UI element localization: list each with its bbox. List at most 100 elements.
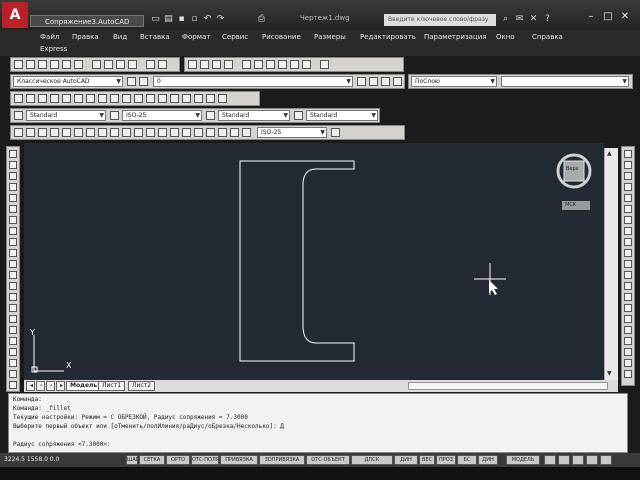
join-icon[interactable] [624, 293, 632, 301]
transparency-button[interactable]: ПРОЗ [436, 455, 456, 465]
polygon-icon[interactable] [50, 94, 59, 103]
menu-format[interactable]: Формат [182, 33, 210, 41]
offset-icon[interactable] [624, 183, 632, 191]
point-icon[interactable] [9, 293, 17, 301]
gradient-icon[interactable] [9, 315, 17, 323]
arc-icon[interactable] [74, 94, 83, 103]
chamfer-icon[interactable] [624, 304, 632, 312]
command-prompt[interactable]: Радиус сопряжения <7.3000>: [13, 440, 623, 449]
quick-dim-icon[interactable] [110, 128, 119, 137]
layer-select[interactable]: 0 ▼ [153, 76, 353, 87]
hatch-icon[interactable] [9, 304, 17, 312]
spline-icon[interactable] [110, 94, 119, 103]
rectangle-icon[interactable] [62, 94, 71, 103]
dim-style-select-2[interactable]: ISO-25 ▼ [257, 127, 327, 138]
drawing-canvas[interactable]: Y X Верх МСК [24, 143, 604, 380]
undo-icon[interactable]: ↶ [202, 14, 213, 25]
polyline-icon[interactable] [38, 94, 47, 103]
mirror-icon[interactable] [9, 381, 17, 389]
zoom-window-icon[interactable] [212, 60, 221, 69]
insert-block-icon[interactable] [9, 271, 17, 279]
coordinates-readout[interactable]: 3224.5 1558.0 0.0 [4, 455, 104, 465]
move-icon[interactable] [624, 205, 632, 213]
ducs-button[interactable]: ДПСК [351, 455, 393, 465]
tab-layout1[interactable]: Лист1 [98, 381, 126, 391]
line-icon[interactable] [14, 94, 23, 103]
tab-nav-prev-icon[interactable]: ‹ [36, 381, 45, 391]
open-icon[interactable] [26, 60, 35, 69]
workspace-select[interactable]: Классическое AutoCAD ▼ [13, 76, 123, 87]
stretch-icon[interactable] [624, 238, 632, 246]
undo-icon[interactable] [146, 60, 155, 69]
region-icon[interactable] [194, 94, 203, 103]
pan-icon[interactable] [188, 60, 197, 69]
baseline-dim-icon[interactable] [122, 128, 131, 137]
break-at-point-icon[interactable] [624, 271, 632, 279]
line-icon[interactable] [9, 150, 17, 158]
design-center-icon[interactable] [254, 60, 263, 69]
tab-nav-first-icon[interactable]: ◂ [26, 381, 35, 391]
scale-icon[interactable] [624, 227, 632, 235]
menu-modify[interactable]: Редактировать [360, 33, 416, 41]
ellipse-icon[interactable] [122, 94, 131, 103]
extend-icon[interactable] [624, 260, 632, 268]
plot-icon[interactable] [50, 60, 59, 69]
search-input[interactable]: Введите ключевое слово/фразу [384, 14, 496, 26]
horizontal-scrollbar[interactable] [408, 382, 608, 390]
copy-icon[interactable] [104, 60, 113, 69]
tab-model[interactable]: Модель [66, 381, 102, 391]
save-icon[interactable]: ▪ [176, 14, 187, 25]
ortho-button[interactable]: ОРТО [166, 455, 190, 465]
hatch-icon[interactable] [170, 94, 179, 103]
break-icon[interactable] [624, 282, 632, 290]
rectangle-icon[interactable] [9, 194, 17, 202]
zoom-previous-icon[interactable] [224, 60, 233, 69]
edit-spline-icon[interactable] [624, 370, 632, 378]
osnap-button[interactable]: ПРИВЯЗКА [220, 455, 258, 465]
color-select[interactable]: ПоСлою ▼ [411, 76, 497, 87]
linear-dim-icon[interactable] [14, 128, 23, 137]
snap-button[interactable]: ШАГ [126, 455, 138, 465]
multileader-style-icon[interactable] [294, 111, 303, 120]
table-style-select[interactable]: Standard ▼ [218, 110, 290, 121]
otrack-button[interactable]: ОТС-ОБЪЕКТ [306, 455, 350, 465]
tool-palettes-icon[interactable] [266, 60, 275, 69]
menu-draw[interactable]: Рисование [262, 33, 301, 41]
help-icon[interactable] [320, 60, 329, 69]
make-block-icon[interactable] [9, 282, 17, 290]
search-icon[interactable]: ⌕ [500, 14, 511, 25]
mirror-icon[interactable] [624, 172, 632, 180]
linetype-select[interactable]: ▼ [501, 76, 629, 87]
ordinate-dim-icon[interactable] [50, 128, 59, 137]
cut-icon[interactable] [92, 60, 101, 69]
gradient-icon[interactable] [182, 94, 191, 103]
selection-cycling-button[interactable]: ДИН [478, 455, 498, 465]
open-folder-icon[interactable]: ▤ [163, 14, 174, 25]
calculator-icon[interactable] [302, 60, 311, 69]
tab-layout2[interactable]: Лист2 [128, 381, 156, 391]
zoom-realtime-icon[interactable] [200, 60, 209, 69]
exchange-icon[interactable]: ✕ [528, 14, 539, 25]
center-mark-icon[interactable] [182, 128, 191, 137]
document-tab[interactable]: Сопряжение3.АutoCAD [30, 15, 144, 27]
layer-previous-icon[interactable] [369, 77, 378, 86]
dim-style-manager-icon[interactable] [331, 128, 340, 137]
angular-dim-icon[interactable] [98, 128, 107, 137]
menu-dimension[interactable]: Размеры [314, 33, 346, 41]
menu-express[interactable]: Express [40, 45, 67, 53]
copy-icon[interactable] [624, 161, 632, 169]
properties-icon[interactable] [242, 60, 251, 69]
redo-icon[interactable]: ↷ [215, 14, 226, 25]
insert-block-icon[interactable] [134, 94, 143, 103]
scroll-up-icon[interactable]: ▲ [607, 150, 612, 157]
arc-icon[interactable] [9, 205, 17, 213]
tolerance-icon[interactable] [170, 128, 179, 137]
trim-icon[interactable] [624, 249, 632, 257]
markup-icon[interactable] [290, 60, 299, 69]
construction-line-icon[interactable] [9, 161, 17, 169]
maximize-button[interactable]: □ [601, 10, 615, 24]
layer-isolate-icon[interactable] [393, 77, 402, 86]
close-button[interactable]: ✕ [618, 10, 632, 24]
rotate-icon[interactable] [624, 216, 632, 224]
layer-properties-icon[interactable] [139, 77, 148, 86]
